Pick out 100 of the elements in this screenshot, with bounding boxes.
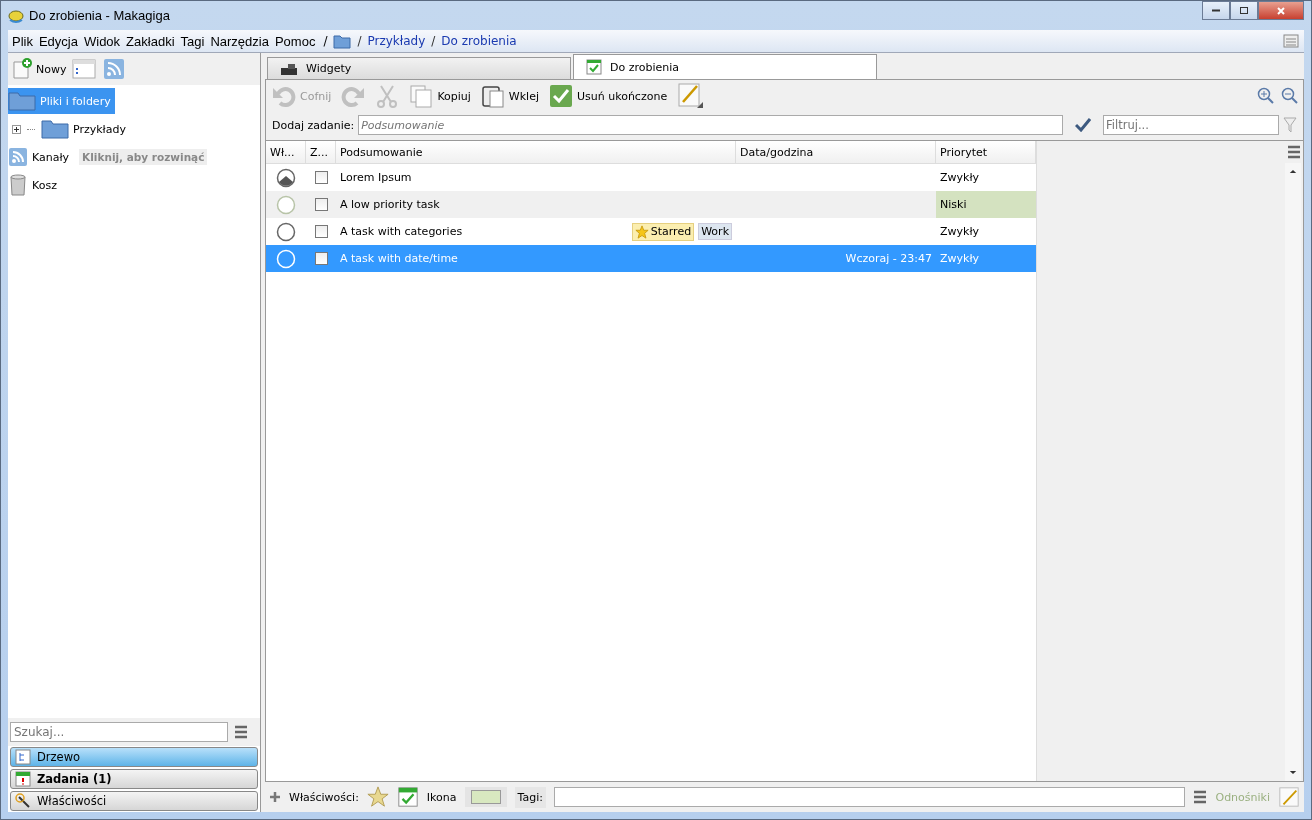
done-checkbox[interactable] bbox=[314, 252, 328, 265]
menu-item[interactable]: Widok bbox=[84, 33, 121, 49]
panel-button[interactable]: Zadania (1) bbox=[10, 769, 258, 789]
menu-item[interactable]: Tagi bbox=[180, 33, 205, 49]
calendar-check-icon[interactable] bbox=[396, 786, 419, 808]
column-header[interactable]: Wł... bbox=[266, 141, 306, 163]
panel-button[interactable]: Drzewo bbox=[10, 747, 258, 767]
tree-hint: Kliknij, aby rozwinąć bbox=[79, 149, 208, 165]
expand-icon[interactable] bbox=[12, 124, 21, 134]
task-summary: A low priority task bbox=[340, 198, 440, 211]
copy-button[interactable]: Kopiuj bbox=[407, 84, 473, 108]
priority-cell-text: Zwykły bbox=[939, 224, 981, 240]
folder-icon bbox=[8, 91, 36, 111]
path-separator: / bbox=[323, 34, 328, 48]
new-document-icon bbox=[12, 58, 34, 80]
tree-item[interactable]: Kosz bbox=[8, 172, 61, 198]
app-icon bbox=[8, 7, 24, 24]
tags-field[interactable] bbox=[553, 787, 1186, 807]
task-summary: Lorem Ipsum bbox=[340, 171, 412, 184]
priority-cell-text: Zwykły bbox=[939, 251, 981, 267]
scrollbar[interactable] bbox=[1285, 163, 1301, 781]
zoom-in-icon[interactable] bbox=[1257, 87, 1275, 105]
search-field[interactable]: Szukaj... bbox=[10, 722, 228, 742]
tree-item[interactable]: Kanały bbox=[8, 144, 74, 170]
star-icon[interactable] bbox=[366, 786, 389, 808]
menu-item[interactable]: Edycja bbox=[38, 33, 78, 49]
menu-icon[interactable] bbox=[1193, 790, 1208, 804]
properties-label: Właściwości: bbox=[289, 790, 359, 804]
scroll-up-icon[interactable] bbox=[1289, 169, 1297, 174]
trash-icon bbox=[8, 174, 28, 196]
task-row[interactable]: Lorem Ipsum Zwykły bbox=[266, 164, 1036, 191]
column-header[interactable]: Podsumowanie bbox=[336, 141, 736, 163]
zoom-out-icon[interactable] bbox=[1281, 87, 1299, 105]
icon-button[interactable]: Ikona bbox=[426, 790, 457, 804]
maximize-icon bbox=[1239, 5, 1249, 16]
tree-item[interactable]: Przykłady bbox=[41, 116, 130, 142]
window-title: Do zrobienia - Makagiga bbox=[29, 8, 171, 23]
folder-icon bbox=[41, 119, 69, 139]
new-button[interactable]: Nowy bbox=[12, 58, 67, 80]
task-row[interactable]: A low priority task Niski bbox=[266, 191, 1036, 218]
scroll-down-icon[interactable] bbox=[1289, 770, 1297, 775]
done-checkbox[interactable] bbox=[314, 225, 328, 238]
add-task-field[interactable]: Podsumowanie bbox=[358, 115, 1063, 135]
color-picker[interactable] bbox=[464, 787, 507, 807]
check-button[interactable]: Usuń ukończone bbox=[547, 84, 670, 108]
path-separator: / bbox=[357, 34, 362, 48]
breadcrumb-link[interactable]: Przykłady bbox=[367, 34, 426, 48]
pencil-icon[interactable] bbox=[1278, 786, 1300, 808]
tag-label[interactable]: Work bbox=[698, 223, 732, 240]
tags-label: Tagi: bbox=[514, 786, 546, 808]
menu-item[interactable]: Narzędzia bbox=[210, 33, 269, 49]
task-summary: A task with categories bbox=[340, 225, 463, 238]
checkmark-icon[interactable] bbox=[1075, 118, 1091, 132]
task-datetime: Wczoraj - 23:47 bbox=[845, 252, 932, 265]
scissors-icon bbox=[375, 84, 400, 108]
progress-icon[interactable] bbox=[276, 167, 296, 188]
minimize-icon bbox=[1212, 9, 1220, 12]
done-checkbox[interactable] bbox=[314, 198, 328, 211]
column-header[interactable]: Priorytet bbox=[936, 141, 1036, 163]
paste-button[interactable]: Wklej bbox=[478, 84, 541, 108]
menu-icon[interactable] bbox=[1287, 145, 1301, 159]
clipboard-icon bbox=[480, 84, 505, 108]
filter-icon[interactable] bbox=[1283, 117, 1297, 133]
menu-item[interactable]: Zakładki bbox=[126, 33, 175, 49]
priority-cell-text: Zwykły bbox=[939, 170, 981, 186]
maximize-button[interactable] bbox=[1230, 1, 1258, 20]
column-header[interactable]: Data/godzina bbox=[736, 141, 936, 163]
done-checkbox[interactable] bbox=[314, 171, 328, 184]
filter-field[interactable]: Filtruj... bbox=[1103, 115, 1279, 135]
menu-item[interactable]: Pomoc bbox=[274, 33, 316, 49]
widgets-icon bbox=[280, 61, 298, 76]
column-header[interactable]: Z... bbox=[306, 141, 336, 163]
path-separator: / bbox=[431, 34, 436, 48]
close-icon bbox=[1276, 5, 1286, 16]
tag-label[interactable]: Starred bbox=[631, 222, 695, 241]
tree-icon bbox=[15, 749, 31, 765]
pencil-icon bbox=[677, 82, 706, 110]
calendar-check-icon bbox=[586, 59, 602, 75]
tab[interactable]: Do zrobienia bbox=[573, 54, 877, 79]
checkbox-icon bbox=[549, 84, 573, 108]
priority-cell: Niski bbox=[936, 191, 1036, 218]
task-row[interactable]: A task with categories Starred Work Zwykły bbox=[266, 218, 1036, 245]
panel-button[interactable]: Właściwości bbox=[10, 791, 258, 811]
add-icon[interactable] bbox=[269, 791, 281, 803]
add-task-label: Dodaj zadanie: bbox=[272, 118, 355, 132]
calendar-icon bbox=[15, 771, 31, 787]
star-icon bbox=[634, 224, 649, 239]
redo-icon bbox=[341, 84, 366, 108]
undo-icon bbox=[272, 84, 296, 108]
close-button[interactable] bbox=[1258, 1, 1304, 20]
menu-icon[interactable] bbox=[234, 725, 248, 739]
task-summary: A task with date/time bbox=[340, 252, 458, 265]
minimize-button[interactable] bbox=[1202, 1, 1230, 20]
menu-item[interactable]: Plik bbox=[12, 33, 33, 49]
folder-icon[interactable] bbox=[333, 33, 352, 49]
rss-icon[interactable] bbox=[102, 57, 127, 81]
tab[interactable]: Widgety bbox=[267, 57, 571, 79]
status-circle-icon[interactable] bbox=[276, 221, 296, 242]
breadcrumb-link[interactable]: Do zrobienia bbox=[441, 34, 517, 48]
copy-icon bbox=[409, 84, 434, 108]
